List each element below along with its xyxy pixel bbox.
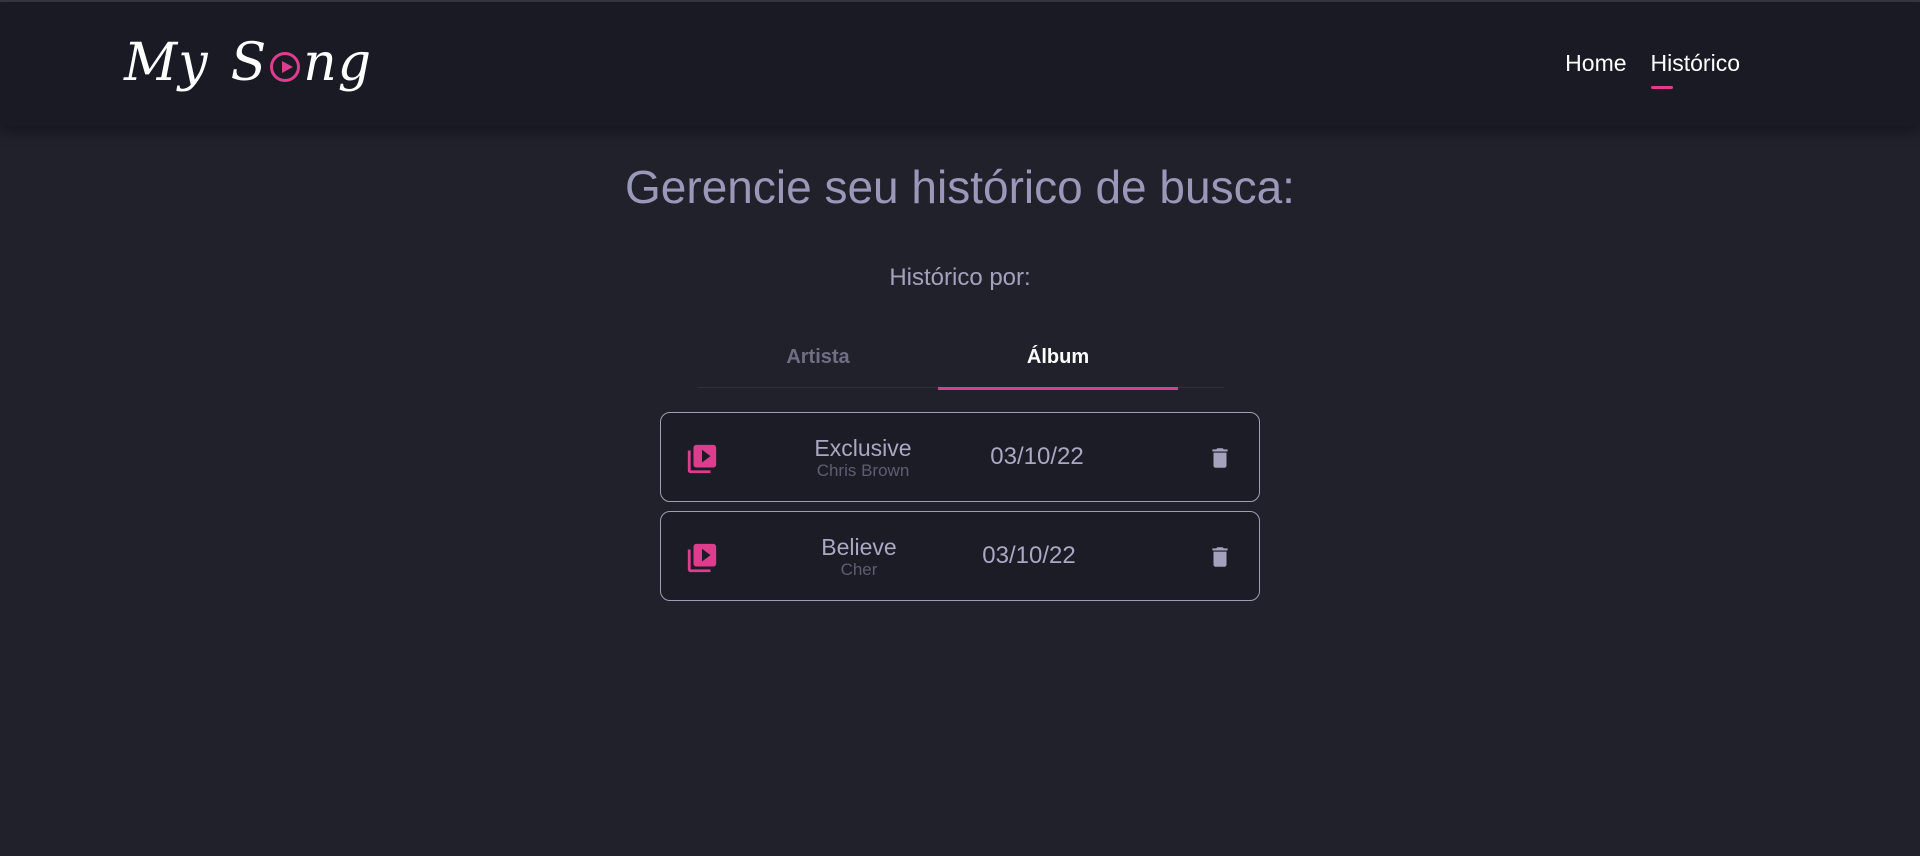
history-item: Believe Cher 03/10/22 [660, 511, 1260, 601]
tab-artist[interactable]: Artista [698, 326, 938, 388]
album-title: Exclusive [814, 435, 912, 461]
trash-icon[interactable] [1207, 443, 1233, 473]
history-item: Exclusive Chris Brown 03/10/22 [660, 412, 1260, 502]
album-artist: Cher [840, 560, 878, 579]
history-by-label: Histórico por: [889, 264, 1031, 291]
search-date: 03/10/22 [990, 443, 1084, 470]
logo-text-ng: ng [303, 33, 373, 93]
playlist-play-icon[interactable] [685, 541, 719, 575]
tab-album[interactable]: Álbum [938, 326, 1178, 390]
logo-text-s: S [230, 33, 268, 93]
history-list: Exclusive Chris Brown 03/10/22 Believe C… [660, 412, 1260, 610]
search-date: 03/10/22 [982, 542, 1076, 569]
album-artist: Chris Brown [816, 461, 910, 480]
page-title: Gerencie seu histórico de busca: [625, 161, 1295, 213]
album-title: Believe [821, 534, 897, 560]
logo-text-my: My [124, 33, 209, 93]
nav-home-link[interactable]: Home [1565, 50, 1626, 85]
logo[interactable]: My S ng [124, 28, 372, 98]
play-circle-icon [270, 52, 301, 82]
app-header: My S ng Home Histórico [0, 2, 1920, 126]
playlist-play-icon[interactable] [685, 442, 719, 476]
trash-icon[interactable] [1207, 542, 1233, 572]
nav-history-link[interactable]: Histórico [1650, 50, 1740, 89]
main-nav: Home Histórico [1565, 50, 1740, 89]
history-tabs: Artista Álbum [698, 326, 1224, 390]
